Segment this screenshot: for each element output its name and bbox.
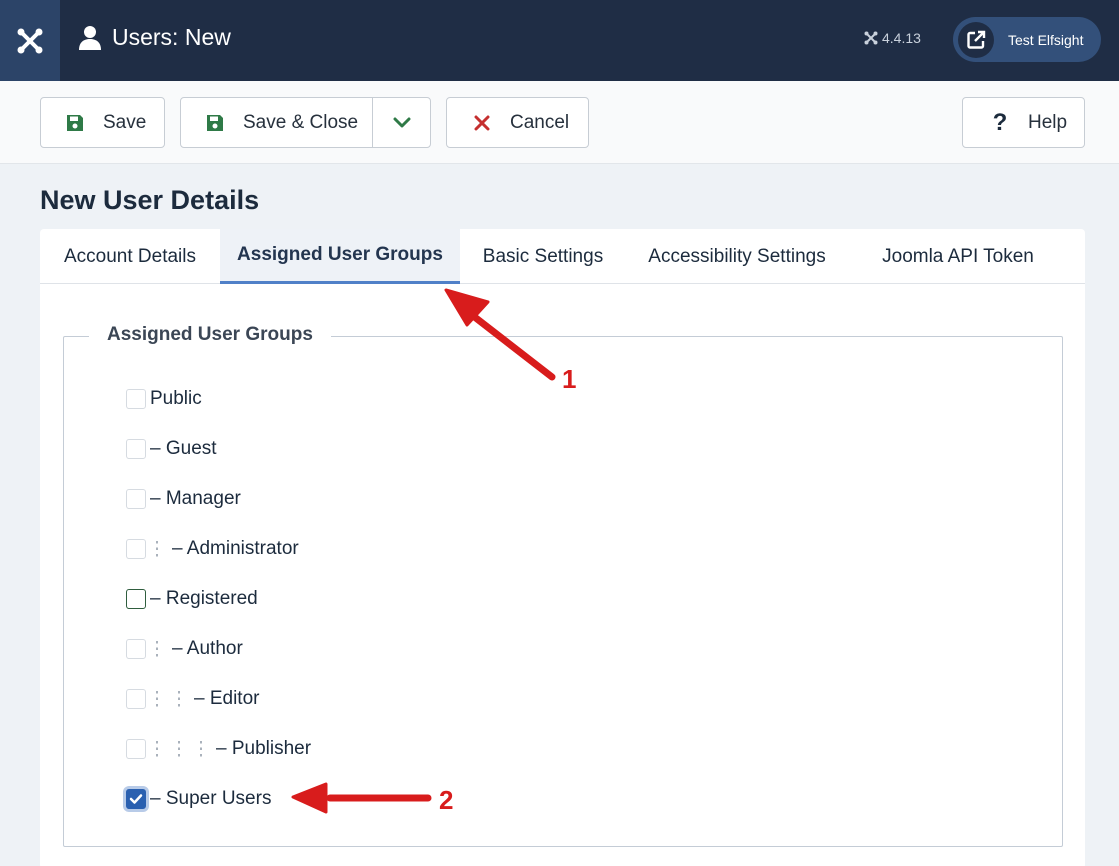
checkbox-publisher[interactable] bbox=[126, 739, 146, 759]
checkbox-administrator[interactable] bbox=[126, 539, 146, 559]
page-heading-wrap: Users: New bbox=[78, 24, 231, 51]
external-link-icon bbox=[967, 30, 986, 49]
save-options-dropdown[interactable] bbox=[372, 97, 431, 148]
checkbox-registered[interactable] bbox=[126, 589, 146, 609]
site-link-button[interactable]: Test Elfsight bbox=[953, 17, 1101, 62]
tab-basic-settings[interactable]: Basic Settings bbox=[460, 229, 626, 284]
cancel-button[interactable]: Cancel bbox=[446, 97, 589, 148]
group-label: – Registered bbox=[150, 588, 258, 609]
top-header: Users: New 4.4.13 Test Elfsight bbox=[0, 0, 1119, 81]
help-label: Help bbox=[1028, 111, 1068, 133]
page-title: New User Details bbox=[40, 185, 260, 215]
group-row-public[interactable]: Public bbox=[126, 384, 202, 414]
indent-marker: ⋮ bbox=[147, 688, 167, 710]
joomla-logo[interactable] bbox=[0, 0, 60, 81]
group-label: Public bbox=[150, 388, 202, 409]
indent-marker: ⋮ bbox=[147, 538, 167, 560]
group-label: – Editor bbox=[194, 688, 260, 709]
group-label: – Administrator bbox=[172, 538, 299, 559]
question-icon: ? bbox=[992, 108, 1008, 136]
external-link-icon-wrap bbox=[958, 21, 994, 58]
group-row-publisher[interactable]: ⋮ ⋮ ⋮ – Publisher bbox=[126, 734, 311, 764]
tab-joomla-api-token[interactable]: Joomla API Token bbox=[848, 229, 1068, 284]
indent-marker: ⋮ bbox=[169, 738, 189, 760]
joomla-small-icon bbox=[864, 31, 878, 45]
group-row-super-users[interactable]: – Super Users bbox=[126, 784, 271, 814]
group-row-manager[interactable]: – Manager bbox=[126, 484, 241, 514]
save-icon bbox=[205, 114, 225, 132]
tab-assigned-user-groups[interactable]: Assigned User Groups bbox=[220, 229, 460, 284]
toolbar: Save Save & Close Cancel ? Help bbox=[0, 81, 1119, 164]
page-heading: Users: New bbox=[112, 24, 231, 50]
save-icon bbox=[65, 114, 85, 132]
save-close-label: Save & Close bbox=[243, 111, 359, 133]
checkbox-super-users[interactable] bbox=[126, 789, 146, 809]
tab-account-details[interactable]: Account Details bbox=[40, 229, 220, 284]
joomla-logo-icon bbox=[17, 28, 43, 53]
user-groups-fieldset: Assigned User Groups Public – Guest – Ma… bbox=[63, 324, 1063, 847]
tab-accessibility-settings[interactable]: Accessibility Settings bbox=[626, 229, 848, 284]
close-icon bbox=[472, 115, 492, 131]
user-form-panel: Account Details Assigned User Groups Bas… bbox=[40, 229, 1085, 866]
group-row-administrator[interactable]: ⋮ – Administrator bbox=[126, 534, 299, 564]
group-row-editor[interactable]: ⋮ ⋮ – Editor bbox=[126, 684, 259, 714]
checkbox-editor[interactable] bbox=[126, 689, 146, 709]
checkbox-guest[interactable] bbox=[126, 439, 146, 459]
joomla-version: 4.4.13 bbox=[864, 30, 921, 46]
group-row-author[interactable]: ⋮ – Author bbox=[126, 634, 243, 664]
save-button[interactable]: Save bbox=[40, 97, 165, 148]
checkbox-author[interactable] bbox=[126, 639, 146, 659]
cancel-label: Cancel bbox=[510, 111, 570, 133]
user-icon bbox=[79, 25, 101, 50]
site-name: Test Elfsight bbox=[1008, 31, 1084, 48]
save-close-button[interactable]: Save & Close bbox=[180, 97, 373, 148]
indent-marker: ⋮ bbox=[169, 688, 189, 710]
group-row-guest[interactable]: – Guest bbox=[126, 434, 217, 464]
tab-bar: Account Details Assigned User Groups Bas… bbox=[40, 229, 1085, 284]
indent-marker: ⋮ bbox=[147, 738, 167, 760]
annotation-number-2: 2 bbox=[439, 785, 454, 815]
checkmark-icon bbox=[129, 794, 143, 804]
annotation-number-1: 1 bbox=[562, 364, 577, 394]
version-text: 4.4.13 bbox=[882, 30, 921, 46]
group-label: – Publisher bbox=[216, 738, 312, 759]
checkbox-manager[interactable] bbox=[126, 489, 146, 509]
chevron-down-icon bbox=[393, 117, 410, 127]
group-label: – Author bbox=[172, 638, 243, 659]
checkbox-public[interactable] bbox=[126, 389, 146, 409]
group-label: – Manager bbox=[150, 488, 241, 509]
group-label: – Guest bbox=[150, 438, 217, 459]
indent-marker: ⋮ bbox=[147, 638, 167, 660]
group-label: – Super Users bbox=[150, 788, 272, 809]
save-label: Save bbox=[103, 111, 147, 133]
help-button[interactable]: ? Help bbox=[962, 97, 1085, 148]
fieldset-legend: Assigned User Groups bbox=[89, 324, 331, 346]
indent-marker: ⋮ bbox=[191, 738, 211, 760]
group-row-registered[interactable]: – Registered bbox=[126, 584, 258, 614]
